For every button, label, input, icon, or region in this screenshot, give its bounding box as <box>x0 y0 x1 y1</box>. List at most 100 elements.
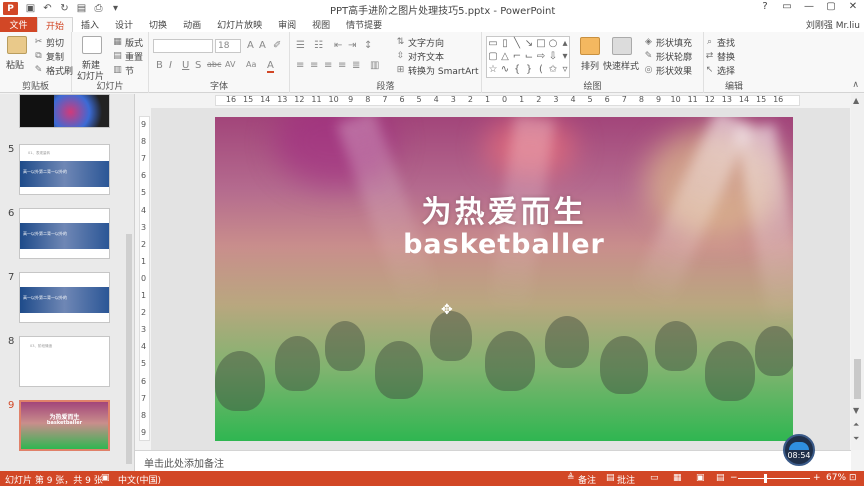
user-name[interactable]: 刘刚强 Mr.liu <box>806 18 860 31</box>
columns-icon[interactable]: ▥ <box>370 60 379 71</box>
arrange-icon[interactable] <box>580 37 600 55</box>
tab-home[interactable]: 开始 <box>37 17 74 32</box>
redo-icon[interactable]: ↻ <box>58 2 71 15</box>
fit-slide-icon[interactable]: ⊡ <box>849 473 857 483</box>
decrease-indent-icon[interactable]: ⇤ <box>334 40 342 51</box>
vertical-scrollbar[interactable]: ▲ ▼ ⏶ ⏷ <box>851 94 864 450</box>
convert-smartart-button[interactable]: ⊞ 转换为 SmartArt <box>395 64 479 77</box>
gallery-up-icon[interactable]: ▴ <box>559 37 571 50</box>
slide-thumbnail-7[interactable]: 高一以外第二背一以外的 <box>19 272 110 323</box>
cut-button[interactable]: ✂ 剪切 <box>33 36 64 49</box>
reading-view-icon[interactable]: ▣ <box>696 473 705 483</box>
language-status[interactable]: 中文(中国) <box>118 473 161 486</box>
tab-storyboarding[interactable]: 情节提要 <box>338 17 390 32</box>
bold-button[interactable]: B <box>156 60 163 71</box>
slide-thumbnail-9[interactable]: 为热爱而生 basketballer <box>19 400 110 451</box>
comments-button[interactable]: 批注 <box>617 473 635 486</box>
maximize-icon[interactable]: ▢ <box>824 1 838 12</box>
shape-outline-button[interactable]: ✎ 形状轮廓 <box>643 50 692 63</box>
star-shape-icon[interactable]: ☆ <box>487 63 499 76</box>
distributed-icon[interactable]: ≣ <box>352 60 360 71</box>
paste-icon[interactable] <box>7 36 27 54</box>
gallery-down-icon[interactable]: ▾ <box>559 50 571 63</box>
thumbnail-scrollbar[interactable] <box>124 94 134 472</box>
paste-button[interactable]: 粘贴 <box>6 58 24 71</box>
grow-font-icon[interactable]: A <box>247 40 254 51</box>
text-direction-button[interactable]: ⇅ 文字方向 <box>395 36 444 49</box>
slide-subtitle[interactable]: basketballer <box>215 229 793 260</box>
replace-button[interactable]: ⇄ 替换 <box>704 50 735 63</box>
start-from-beginning-icon[interactable]: ▤ <box>75 2 88 15</box>
ribbon-display-icon[interactable]: ▭ <box>780 1 794 12</box>
rect-shape-icon[interactable]: □ <box>535 37 547 50</box>
select-button[interactable]: ↖ 选择 <box>704 64 735 77</box>
align-center-icon[interactable]: ≡ <box>310 60 318 71</box>
line-spacing-icon[interactable]: ↕ <box>364 40 372 51</box>
section-button[interactable]: ▥ 节 <box>112 64 134 77</box>
scroll-down-icon[interactable]: ▼ <box>853 406 859 415</box>
clear-format-icon[interactable]: ✐ <box>273 40 281 51</box>
shapes-gallery[interactable]: ▭ ▯ ╲ ↘ □ ○ ▴ ▢ △ ⌐ ⌙ ⇨ ⇩ ▾ ☆ ∿{}(✩ ▿ <box>486 36 570 78</box>
bullets-icon[interactable]: ☰ <box>296 40 305 51</box>
tab-review[interactable]: 审阅 <box>270 17 304 32</box>
strikethrough-button[interactable]: abc <box>207 60 221 69</box>
arrow-shape-icon[interactable]: ↘ <box>523 37 535 50</box>
comments-icon[interactable]: ▤ <box>606 473 615 483</box>
layout-button[interactable]: ▦ 版式 <box>112 36 143 49</box>
format-painter-button[interactable]: ✎ 格式刷 <box>33 64 73 77</box>
italic-button[interactable]: I <box>169 60 172 71</box>
tab-slideshow[interactable]: 幻灯片放映 <box>209 17 270 32</box>
thumbnail-scrollbar-thumb[interactable] <box>126 234 132 464</box>
current-slide[interactable]: 为热爱而生 basketballer ✥ <box>215 117 793 441</box>
textbox-v-shape-icon[interactable]: ▯ <box>499 37 511 50</box>
tab-view[interactable]: 视图 <box>304 17 338 32</box>
zoom-slider-thumb[interactable] <box>764 474 767 483</box>
textbox-shape-icon[interactable]: ▭ <box>487 37 499 50</box>
zoom-out-button[interactable]: − <box>730 473 738 483</box>
triangle-shape-icon[interactable]: △ <box>499 50 511 63</box>
shrink-font-icon[interactable]: A <box>259 40 266 51</box>
slide-thumbnail-4[interactable] <box>19 94 110 128</box>
save-icon[interactable]: ▣ <box>24 2 37 15</box>
spellcheck-icon[interactable]: ▣ <box>101 473 110 483</box>
arrange-button[interactable]: 排列 <box>581 59 599 72</box>
tab-design[interactable]: 设计 <box>107 17 141 32</box>
zoom-slider-track[interactable] <box>738 478 810 479</box>
minimize-icon[interactable]: — <box>802 1 816 12</box>
font-name-combo[interactable] <box>153 39 213 53</box>
change-case-button[interactable]: Aa <box>246 60 256 69</box>
zoom-level[interactable]: 67% <box>826 473 846 483</box>
brace-left-shape-icon[interactable]: { <box>511 63 523 76</box>
previous-slide-icon[interactable]: ⏶ <box>853 420 859 430</box>
star2-shape-icon[interactable]: ✩ <box>547 63 559 76</box>
slide-sorter-icon[interactable]: ▦ <box>673 473 682 483</box>
vertical-scrollbar-thumb[interactable] <box>854 359 861 399</box>
tab-file[interactable]: 文件 <box>0 17 37 32</box>
tab-animations[interactable]: 动画 <box>175 17 209 32</box>
more-icon[interactable]: ▾ <box>109 2 122 15</box>
right-arrow-shape-icon[interactable]: ⇨ <box>535 50 547 63</box>
normal-view-icon[interactable]: ▭ <box>650 473 659 483</box>
justify-icon[interactable]: ≡ <box>338 60 346 71</box>
slide-title[interactable]: 为热爱而生 <box>215 187 793 231</box>
slide-thumbnail-6[interactable]: 高一以外第二背一以外的 <box>19 208 110 259</box>
undo-icon[interactable]: ↶ <box>41 2 54 15</box>
copy-button[interactable]: ⧉ 复制 <box>33 50 64 63</box>
tab-insert[interactable]: 插入 <box>73 17 107 32</box>
recording-timer-widget[interactable]: 08:54 <box>783 434 815 466</box>
brace-right-shape-icon[interactable]: } <box>523 63 535 76</box>
increase-indent-icon[interactable]: ⇥ <box>348 40 356 51</box>
notes-pane[interactable]: 单击此处添加备注 <box>135 450 851 471</box>
find-button[interactable]: ⌕ 查找 <box>704 36 735 49</box>
rounded-rect-shape-icon[interactable]: ▢ <box>487 50 499 63</box>
align-text-button[interactable]: ⇳ 对齐文本 <box>395 50 444 63</box>
slideshow-view-icon[interactable]: ▤ <box>716 473 725 483</box>
reset-button[interactable]: ▤ 重置 <box>112 50 143 63</box>
next-slide-icon[interactable]: ⏷ <box>853 434 859 444</box>
character-spacing-button[interactable]: AV <box>225 60 235 69</box>
notes-toggle-icon[interactable]: ≜ <box>567 473 575 483</box>
slide-thumbnail-5[interactable]: 01、表现量转 高一以外第二背一以外的 <box>19 144 110 195</box>
numbering-icon[interactable]: ☷ <box>314 40 323 51</box>
elbow-shape-icon[interactable]: ⌐ <box>511 50 523 63</box>
notes-toggle-button[interactable]: 备注 <box>578 473 596 486</box>
